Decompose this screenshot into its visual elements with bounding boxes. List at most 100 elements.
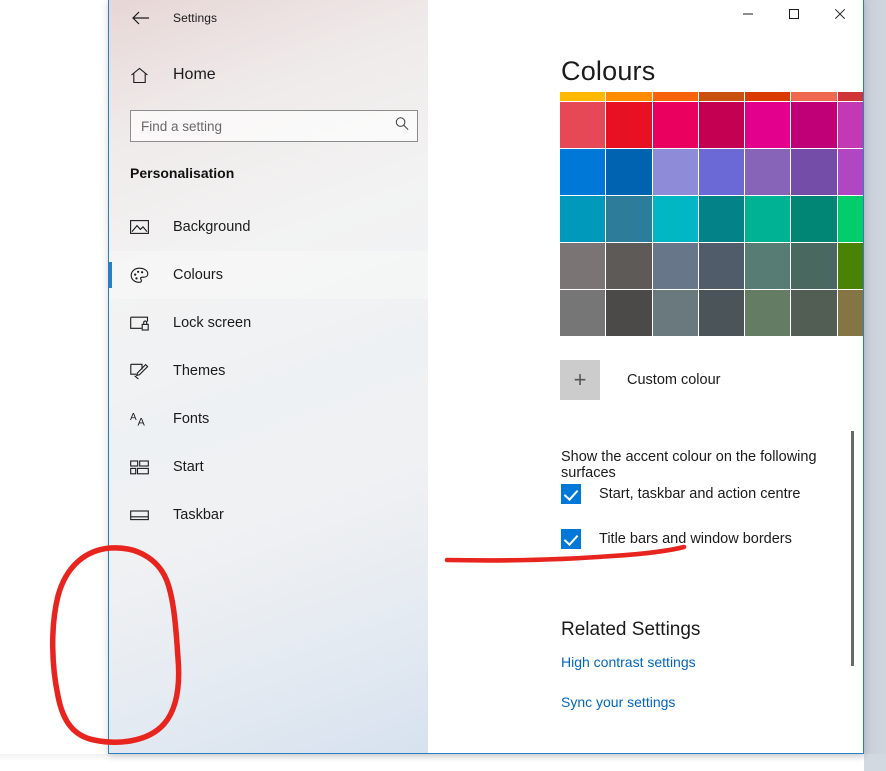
search-input[interactable]: [130, 110, 418, 142]
checkbox-start-taskbar-action-centre[interactable]: Start, taskbar and action centre: [561, 484, 801, 504]
accent-colour-swatch[interactable]: [606, 149, 652, 195]
accent-colour-swatch[interactable]: [791, 92, 837, 101]
accent-colour-swatch[interactable]: [745, 149, 791, 195]
related-settings-heading: Related Settings: [561, 619, 701, 640]
accent-colour-swatch[interactable]: [698, 149, 744, 195]
sidebar-item-background[interactable]: Background: [109, 203, 428, 251]
swatch-row: [560, 290, 863, 336]
minimize-button[interactable]: [725, 0, 771, 29]
settings-content-pane: Colours + Custom colour Show the accent …: [428, 0, 863, 753]
accent-colour-swatch[interactable]: [560, 102, 606, 148]
sidebar-nav-list: Background Colours Lock screen Themes A …: [109, 203, 428, 539]
accent-colour-swatch[interactable]: [652, 290, 698, 336]
custom-colour-button[interactable]: +: [560, 360, 600, 400]
accent-colour-swatch[interactable]: [652, 92, 698, 101]
accent-colour-swatch[interactable]: [560, 149, 606, 195]
accent-colour-swatch[interactable]: [791, 243, 837, 289]
sidebar-item-colours[interactable]: Colours: [109, 251, 428, 299]
accent-colour-swatch[interactable]: [560, 92, 606, 101]
back-arrow-icon[interactable]: [117, 2, 163, 34]
accent-colour-swatch[interactable]: [745, 102, 791, 148]
accent-colour-swatch[interactable]: [698, 290, 744, 336]
accent-colour-grid: [560, 92, 863, 337]
swatch-row: [560, 92, 863, 101]
accent-colour-swatch[interactable]: [791, 149, 837, 195]
sidebar-item-lock-screen-label: Lock screen: [173, 315, 252, 331]
picture-icon: [130, 219, 156, 235]
brush-icon: [130, 363, 156, 380]
sidebar-item-colours-label: Colours: [173, 267, 223, 283]
accent-colour-swatch[interactable]: [698, 92, 744, 101]
swatch-row: [560, 243, 863, 289]
link-sync-your-settings[interactable]: Sync your settings: [561, 694, 675, 710]
window-controls: [725, 0, 863, 29]
home-icon: [130, 67, 156, 84]
desktop-right-shade: [864, 0, 886, 754]
accent-colour-swatch[interactable]: [745, 92, 791, 101]
sidebar-item-fonts-label: Fonts: [173, 411, 210, 427]
checkbox-checked-icon[interactable]: [561, 484, 581, 504]
accent-colour-swatch[interactable]: [606, 92, 652, 101]
accent-colour-swatch[interactable]: [606, 290, 652, 336]
checkbox-start-taskbar-action-centre-label: Start, taskbar and action centre: [599, 486, 801, 502]
font-icon: A A: [130, 411, 156, 428]
accent-colour-swatch[interactable]: [698, 102, 744, 148]
custom-colour-label: Custom colour: [627, 372, 721, 388]
scrollbar-thumb[interactable]: [851, 431, 854, 666]
accent-colour-swatch[interactable]: [560, 196, 606, 242]
accent-colour-swatch[interactable]: [791, 196, 837, 242]
sidebar-item-start-label: Start: [173, 459, 204, 475]
accent-colour-swatch[interactable]: [698, 196, 744, 242]
accent-colour-swatch[interactable]: [652, 196, 698, 242]
custom-colour-row[interactable]: + Custom colour: [560, 360, 720, 400]
lock-screen-icon: [130, 315, 156, 331]
start-tiles-icon: [130, 459, 156, 475]
sidebar-item-start[interactable]: Start: [109, 443, 428, 491]
svg-text:A: A: [138, 416, 146, 428]
maximize-button[interactable]: [771, 0, 817, 29]
sidebar-item-taskbar-label: Taskbar: [173, 507, 224, 523]
sidebar-item-background-label: Background: [173, 219, 251, 235]
sidebar-category-title: Personalisation: [130, 165, 235, 181]
checkbox-title-bars-window-borders-label: Title bars and window borders: [599, 531, 792, 547]
plus-icon: +: [573, 367, 587, 392]
accent-colour-swatch[interactable]: [745, 243, 791, 289]
accent-surfaces-heading: Show the accent colour on the following …: [561, 449, 817, 481]
accent-colour-swatch[interactable]: [745, 196, 791, 242]
accent-colour-swatch[interactable]: [791, 102, 837, 148]
swatch-row: [560, 102, 863, 148]
accent-colour-swatch[interactable]: [652, 149, 698, 195]
accent-colour-swatch[interactable]: [606, 102, 652, 148]
sidebar-item-home[interactable]: Home: [109, 55, 428, 95]
accent-colour-swatch[interactable]: [606, 196, 652, 242]
sidebar-item-fonts[interactable]: A A Fonts: [109, 395, 428, 443]
sidebar-item-home-label: Home: [173, 66, 216, 83]
sidebar-item-lock-screen[interactable]: Lock screen: [109, 299, 428, 347]
sidebar-item-themes-label: Themes: [173, 363, 226, 379]
checkbox-title-bars-window-borders[interactable]: Title bars and window borders: [561, 529, 792, 549]
desktop-bottom-shade: [0, 754, 886, 771]
accent-colour-swatch[interactable]: [606, 243, 652, 289]
window-title: Settings: [173, 11, 218, 25]
search-box[interactable]: [130, 110, 418, 142]
taskbar-icon: [130, 509, 156, 522]
link-high-contrast-settings[interactable]: High contrast settings: [561, 654, 696, 670]
accent-colour-swatch[interactable]: [745, 290, 791, 336]
settings-sidebar: Settings Home Personalisation: [109, 0, 428, 753]
desktop-bottom-right-shade: [864, 754, 886, 771]
accent-colour-swatch[interactable]: [652, 102, 698, 148]
accent-colour-swatch[interactable]: [652, 243, 698, 289]
accent-colour-swatch[interactable]: [560, 243, 606, 289]
checkbox-checked-icon[interactable]: [561, 529, 581, 549]
sidebar-item-taskbar[interactable]: Taskbar: [109, 491, 428, 539]
content-scrollbar[interactable]: [848, 0, 859, 753]
palette-icon: [130, 267, 156, 284]
accent-colour-swatch[interactable]: [560, 290, 606, 336]
sidebar-item-themes[interactable]: Themes: [109, 347, 428, 395]
window-titlebar: Settings: [109, 0, 428, 37]
accent-colour-swatch[interactable]: [791, 290, 837, 336]
accent-colour-swatch[interactable]: [698, 243, 744, 289]
settings-window: Settings Home Personalisation: [108, 0, 864, 754]
page-title: Colours: [561, 56, 656, 86]
svg-text:A: A: [130, 412, 137, 423]
